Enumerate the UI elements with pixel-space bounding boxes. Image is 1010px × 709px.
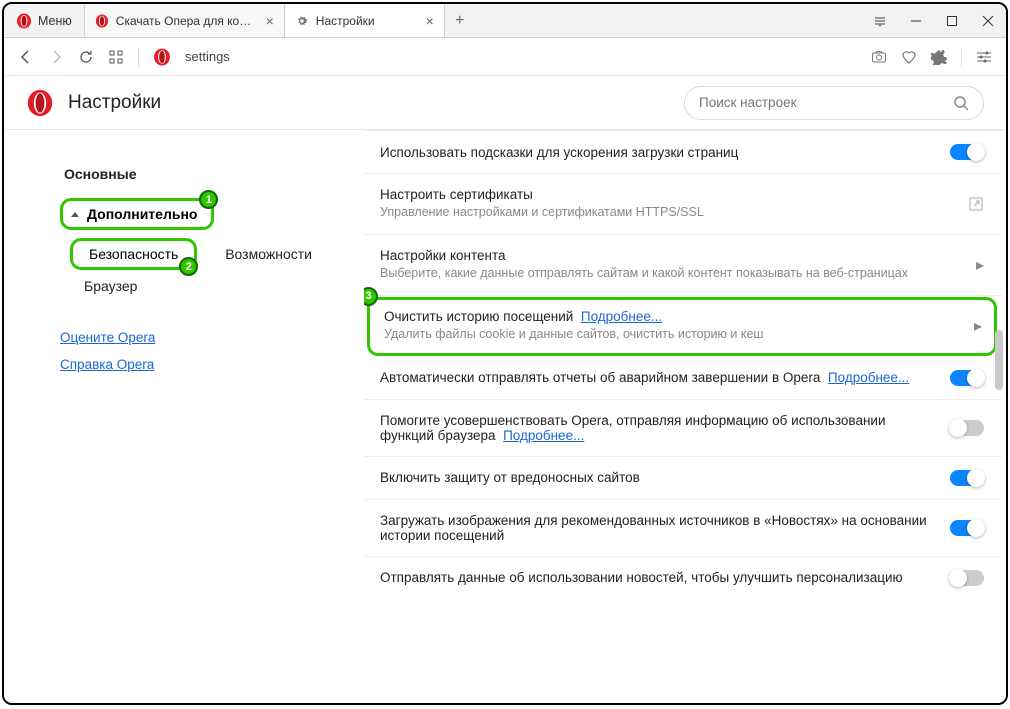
- row-title: Отправлять данные об использовании новос…: [380, 570, 938, 585]
- sidebar-label-security: Безопасность: [89, 246, 178, 262]
- row-crash-reports[interactable]: Автоматически отправлять отчеты об авари…: [364, 357, 1002, 400]
- new-tab-button[interactable]: +: [445, 4, 475, 37]
- easy-setup-icon[interactable]: [976, 49, 992, 65]
- row-prediction-hints[interactable]: Использовать подсказки для ускорения заг…: [364, 130, 1002, 174]
- search-icon: [953, 95, 969, 111]
- back-button[interactable]: [18, 49, 34, 65]
- settings-list: Использовать подсказки для ускорения заг…: [364, 130, 1006, 703]
- tab-download-opera[interactable]: Скачать Опера для компь ×: [85, 4, 285, 37]
- annotation-badge-1: 1: [199, 190, 218, 209]
- sidebar-link-help[interactable]: Справка Opera: [60, 351, 154, 378]
- chevron-right-icon: ▸: [976, 255, 984, 275]
- opera-logo-icon: [26, 89, 54, 117]
- sidebar-item-basic[interactable]: Основные: [60, 158, 141, 190]
- toggle-news-images[interactable]: [950, 520, 984, 536]
- row-content-settings[interactable]: Настройки контента Выберите, какие данны…: [364, 235, 1002, 296]
- learn-more-link[interactable]: Подробнее...: [581, 309, 662, 324]
- toggle-news-personalization[interactable]: [950, 570, 984, 586]
- forward-button[interactable]: [48, 49, 64, 65]
- sidebar-item-browser[interactable]: Браузер: [80, 270, 141, 302]
- maximize-button[interactable]: [934, 4, 970, 37]
- opera-menu-button[interactable]: Меню: [4, 4, 85, 37]
- chevron-up-icon: [71, 212, 79, 217]
- row-title: Очистить историю посещений Подробнее...: [384, 309, 962, 324]
- learn-more-link[interactable]: Подробнее...: [828, 370, 909, 385]
- annotation-badge-2: 2: [179, 257, 198, 276]
- row-subtitle: Выберите, какие данные отправлять сайтам…: [380, 265, 964, 282]
- sidebar-item-security[interactable]: Безопасность 2: [70, 238, 197, 270]
- sidebar-link-rate[interactable]: Оцените Opera: [60, 324, 155, 351]
- row-certificates[interactable]: Настроить сертификаты Управление настрой…: [364, 174, 1002, 235]
- addon-icon[interactable]: [931, 49, 947, 65]
- speed-dial-button[interactable]: [108, 49, 124, 65]
- tab-settings[interactable]: Настройки ×: [285, 4, 445, 37]
- row-clear-browsing-data[interactable]: 3 Очистить историю посещений Подробнее..…: [368, 298, 996, 355]
- tab-close-button[interactable]: ×: [264, 13, 276, 29]
- row-title: Настроить сертификаты: [380, 187, 956, 202]
- page-title: Настройки: [68, 92, 684, 114]
- settings-search-input[interactable]: [699, 95, 943, 110]
- row-title: Автоматически отправлять отчеты об авари…: [380, 370, 938, 385]
- sidebar-item-advanced[interactable]: Дополнительно 1: [60, 198, 214, 230]
- sidebar-item-features[interactable]: Возможности: [221, 238, 316, 270]
- opera-url-icon: [153, 48, 171, 66]
- address-bar: settings: [4, 38, 1006, 76]
- settings-search[interactable]: [684, 86, 984, 120]
- heart-icon[interactable]: [901, 49, 917, 65]
- learn-more-link[interactable]: Подробнее...: [503, 428, 584, 443]
- row-title: Использовать подсказки для ускорения заг…: [380, 145, 938, 160]
- row-usage-info[interactable]: Помогите усовершенствовать Opera, отправ…: [364, 400, 1002, 457]
- row-subtitle: Удалить файлы cookie и данные сайтов, оч…: [384, 326, 962, 343]
- row-subtitle: Управление настройками и сертификатами H…: [380, 204, 956, 221]
- opera-logo-icon: [16, 13, 32, 29]
- row-title: Загружать изображения для рекомендованны…: [380, 513, 938, 543]
- gear-icon: [295, 14, 309, 28]
- row-title: Включить защиту от вредоносных сайтов: [380, 470, 938, 485]
- toggle-prediction-hints[interactable]: [950, 144, 984, 160]
- tab-title: Настройки: [316, 14, 417, 28]
- opera-favicon-icon: [95, 14, 109, 28]
- external-link-icon: [968, 196, 984, 212]
- reload-button[interactable]: [78, 49, 94, 65]
- sidebar-label-advanced: Дополнительно: [87, 206, 197, 222]
- scrollbar[interactable]: [995, 330, 1003, 390]
- row-news-personalization[interactable]: Отправлять данные об использовании новос…: [364, 557, 1002, 599]
- address-text[interactable]: settings: [185, 49, 857, 64]
- page-header: Настройки: [4, 76, 1006, 130]
- opera-menu-label: Меню: [38, 14, 72, 28]
- toggle-malware-protection[interactable]: [950, 470, 984, 486]
- minimize-button[interactable]: [898, 4, 934, 37]
- window-controls: [862, 4, 1006, 37]
- snapshot-icon[interactable]: [871, 49, 887, 65]
- tab-title: Скачать Опера для компь: [116, 14, 257, 28]
- toggle-crash-reports[interactable]: [950, 370, 984, 386]
- row-news-images[interactable]: Загружать изображения для рекомендованны…: [364, 500, 1002, 557]
- chevron-right-icon: ▸: [974, 316, 982, 336]
- title-bar: Меню Скачать Опера для компь × Настройки…: [4, 4, 1006, 38]
- row-malware-protection[interactable]: Включить защиту от вредоносных сайтов: [364, 457, 1002, 500]
- tab-close-button[interactable]: ×: [424, 13, 436, 29]
- row-title: Помогите усовершенствовать Opera, отправ…: [380, 413, 938, 443]
- close-window-button[interactable]: [970, 4, 1006, 37]
- toolbar-menu-icon[interactable]: [862, 4, 898, 37]
- annotation-badge-3: 3: [364, 287, 378, 306]
- sidebar: Основные Дополнительно 1 Безопасность 2 …: [4, 130, 364, 703]
- row-title: Настройки контента: [380, 248, 964, 263]
- toggle-usage-info[interactable]: [950, 420, 984, 436]
